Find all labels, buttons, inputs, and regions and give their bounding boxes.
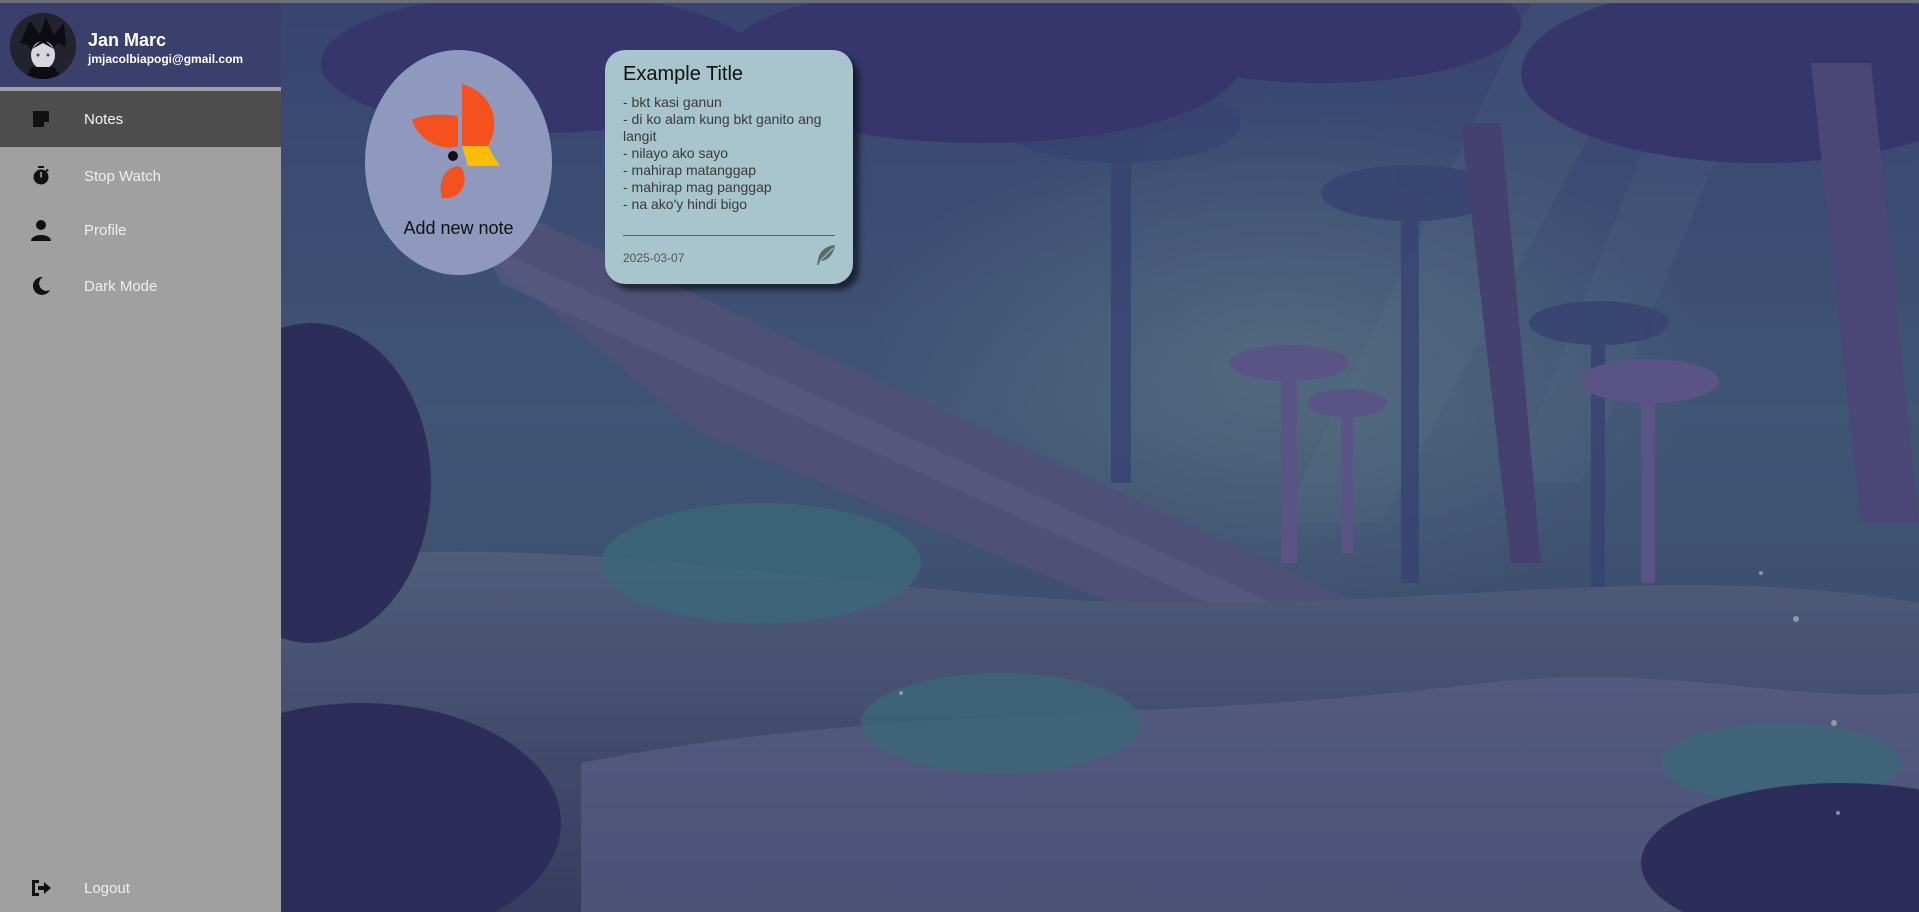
sidebar: Jan Marc jmjacolbiapogi@gmail.com Notes … <box>0 0 281 912</box>
window-top-border <box>0 0 1919 3</box>
note-divider <box>623 235 835 236</box>
logout-icon <box>30 877 52 899</box>
note-date: 2025-03-07 <box>623 251 685 265</box>
person-icon <box>30 219 52 241</box>
sidebar-item-stopwatch[interactable]: Stop Watch <box>0 148 281 204</box>
add-note-label: Add new note <box>403 218 514 238</box>
note-line: - na ako'y hindi bigo <box>623 196 748 212</box>
sidebar-item-label: Profile <box>84 221 127 239</box>
sidebar-item-notes[interactable]: Notes <box>0 91 281 147</box>
feather-edit-icon[interactable] <box>815 244 837 266</box>
sidebar-item-label: Stop Watch <box>84 167 161 185</box>
note-body: - bkt kasi ganun - di ko alam kung bkt g… <box>623 94 835 213</box>
user-email: jmjacolbiapogi@gmail.com <box>88 52 244 66</box>
note-line: - mahirap mag panggap <box>623 179 772 195</box>
stopwatch-icon <box>30 165 52 187</box>
logout-label: Logout <box>84 879 130 897</box>
logout-button[interactable]: Logout <box>0 860 281 912</box>
note-title: Example Title <box>623 63 744 85</box>
user-name: Jan Marc <box>88 30 167 50</box>
add-note-button[interactable]: Add new note <box>365 50 552 275</box>
profile-header: Jan Marc jmjacolbiapogi@gmail.com <box>0 3 281 87</box>
sidebar-item-profile[interactable]: Profile <box>0 202 281 258</box>
avatar <box>10 13 76 79</box>
note-line: - di ko alam kung bkt ganito ang langit <box>623 111 822 144</box>
note-line: - bkt kasi ganun <box>623 94 722 110</box>
app-logo-icon <box>412 84 500 199</box>
sidebar-item-label: Dark Mode <box>84 277 158 295</box>
note-line: - nilayo ako sayo <box>623 145 729 161</box>
sidebar-item-label: Notes <box>84 110 124 128</box>
note-line: - mahirap matanggap <box>623 162 757 178</box>
sidebar-item-dark-mode[interactable]: Dark Mode <box>0 258 281 314</box>
note-icon <box>30 108 52 130</box>
moon-icon <box>30 275 52 297</box>
note-card[interactable]: Example Title - bkt kasi ganun - di ko a… <box>605 50 853 284</box>
